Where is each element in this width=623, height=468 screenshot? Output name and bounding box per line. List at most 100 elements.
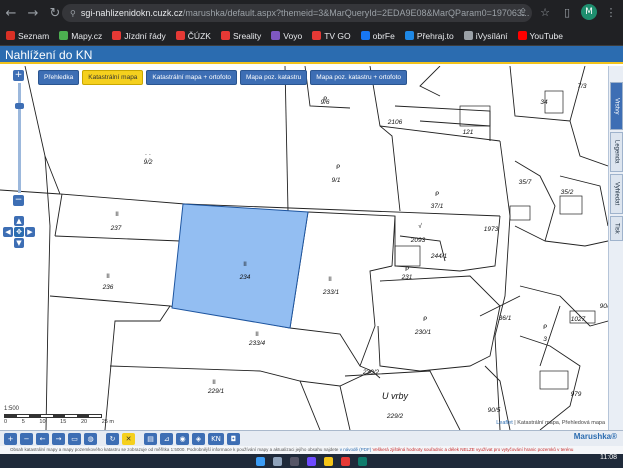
refresh-icon[interactable]: ↻ <box>106 432 119 445</box>
share-icon[interactable]: ⇪ <box>515 6 531 19</box>
pan-up-icon[interactable]: ▲ <box>14 216 24 226</box>
zoom-knob[interactable] <box>14 103 24 109</box>
parcel-number[interactable]: 2093 <box>410 237 426 244</box>
tab-map-type[interactable]: Mapa poz. katastru <box>240 70 308 85</box>
tab-map-type[interactable]: Mapa poz. katastru + ortofoto <box>310 70 408 85</box>
parcel-number[interactable]: 230/1 <box>414 329 432 336</box>
tab-legend[interactable]: Legenda <box>610 132 623 172</box>
symbol-v: √ <box>418 222 422 230</box>
parcel-number[interactable]: 90/5 <box>488 407 501 414</box>
zoom-in-tool-icon[interactable]: + <box>4 432 17 445</box>
arable-land-symbol: II <box>115 211 119 218</box>
parcel-number[interactable]: 35/7 <box>519 179 532 186</box>
bookmark-item[interactable]: Seznam <box>6 31 49 41</box>
map-canvas[interactable]: 9/6 347/321061219/29/1 35/735/237/12372341… <box>0 66 608 430</box>
attribution-text: | Katastrální mapa, Přehledová mapa <box>514 420 605 426</box>
arable-land-symbol: II <box>243 261 247 268</box>
pan-down-icon[interactable]: ▼ <box>14 238 24 248</box>
zoom-box-icon[interactable]: ▭ <box>68 432 81 445</box>
pan-left-icon[interactable]: ◀ <box>3 227 13 237</box>
globe-icon[interactable]: ◍ <box>84 432 97 445</box>
place-name: U vrby <box>382 391 409 401</box>
task-view-icon[interactable] <box>290 456 299 466</box>
parcel-number[interactable]: 121 <box>463 129 474 136</box>
parcel-number[interactable]: 230/2 <box>362 369 380 376</box>
bookmark-label: Přehraj.to <box>416 30 454 41</box>
pan-right-icon[interactable]: ▶ <box>25 227 35 237</box>
info-icon[interactable]: ◈ <box>192 432 205 445</box>
folder-icon[interactable] <box>324 456 333 466</box>
parcel-number[interactable]: 37/1 <box>431 203 444 210</box>
parcel-number[interactable]: 236 <box>102 284 114 291</box>
parcel-number[interactable]: 233/1 <box>322 289 340 296</box>
bookmark-item[interactable]: Jízdní řády <box>112 31 166 41</box>
bookmark-item[interactable]: YouTube <box>517 31 563 41</box>
parcel-number[interactable]: 244/1 <box>430 253 448 260</box>
bookmark-item[interactable]: Sreality <box>220 31 261 41</box>
measure-icon[interactable]: ▤ <box>144 432 157 445</box>
windows-start-icon[interactable] <box>256 456 265 466</box>
parcel-number[interactable]: 7/3 <box>577 83 586 90</box>
tab-map-type[interactable]: Katastrální mapa + ortofoto <box>146 70 238 85</box>
zoom-out-tool-icon[interactable]: − <box>20 432 33 445</box>
kn-button[interactable]: KN <box>208 432 224 445</box>
bookmark-item[interactable]: Přehraj.to <box>404 30 454 41</box>
app-icon[interactable] <box>358 456 367 466</box>
close-icon[interactable]: ✕ <box>122 432 135 445</box>
bookmark-star-icon[interactable]: ☆ <box>537 6 553 19</box>
avatar[interactable]: M <box>581 4 597 20</box>
parcel-number[interactable]: 35/2 <box>561 189 574 196</box>
chrome-icon[interactable] <box>341 456 350 466</box>
cadastral-map[interactable]: 9/6 34 7/3 2106 121 9/2 9/1 35/7 35/2 37/1 237 234 1… <box>0 66 608 430</box>
parcel-number[interactable]: 229/1 <box>207 388 225 395</box>
bookmark-item[interactable]: Voyo <box>271 31 302 41</box>
address-bar[interactable]: ⚲ sgi-nahlizenidokn.cuzk.cz /marushka/de… <box>62 4 532 22</box>
parcel-number[interactable]: 36/1 <box>499 315 512 322</box>
bookmark-item[interactable]: obrFe <box>360 31 395 41</box>
bookmark-item[interactable]: ČÚZK <box>175 31 211 41</box>
bookmark-item[interactable]: Mapy.cz <box>59 31 102 41</box>
zoom-out-button[interactable]: − <box>13 195 24 206</box>
parcel-number[interactable]: 34 <box>540 99 548 106</box>
location-icon[interactable]: ◉ <box>176 432 189 445</box>
parcel-number[interactable]: 90/2 <box>600 303 608 310</box>
search-icon[interactable] <box>273 456 282 466</box>
arable-land-symbol: II <box>212 379 216 386</box>
zoom-slider[interactable] <box>14 83 24 193</box>
parcel-number[interactable]: 229/2 <box>386 413 404 420</box>
parcel-number[interactable]: 231 <box>401 274 413 281</box>
tab-layers[interactable]: Vrstvy <box>610 82 623 130</box>
comment-icon[interactable]: ◘ <box>227 432 240 445</box>
parcel-number[interactable]: 1027 <box>571 316 586 323</box>
scale-tick-label: 20 <box>80 419 88 425</box>
marker-icon[interactable]: ⊿ <box>160 432 173 445</box>
footer-link[interactable]: v návodě (PDF) <box>340 447 372 452</box>
tab-map-type[interactable]: Přehledka <box>38 70 80 85</box>
bookmark-item[interactable]: iVysílání <box>463 31 508 41</box>
scale-tick-label: 25 m <box>101 419 114 425</box>
parcel-number[interactable]: 233/4 <box>248 340 266 347</box>
parcel-number[interactable]: 237 <box>110 225 122 232</box>
zoom-in-button[interactable]: + <box>13 70 24 81</box>
parcel-number[interactable]: 979 <box>571 391 582 398</box>
back-icon[interactable]: ← <box>0 2 22 24</box>
pan-center-icon[interactable]: ✥ <box>14 227 24 237</box>
map-toolbar: + − ← → ▭ ◍ ↻ ✕ ▤ ⊿ ◉ ◈ KN ◘ <box>0 430 623 446</box>
teams-icon[interactable] <box>307 456 316 466</box>
prev-view-icon[interactable]: ← <box>36 432 49 445</box>
tab-print[interactable]: Tisk <box>610 216 623 241</box>
tab-search[interactable]: Vyhledat <box>610 174 623 214</box>
selected-parcel-234 <box>171 203 309 329</box>
next-view-icon[interactable]: → <box>52 432 65 445</box>
tab-map-type[interactable]: Katastrální mapa <box>82 70 144 85</box>
parcel-number[interactable]: 2106 <box>387 119 403 126</box>
bookmark-item[interactable]: TV GO <box>312 31 351 41</box>
leaflet-link[interactable]: Leaflet <box>496 420 513 426</box>
menu-icon[interactable]: ⋮ <box>603 6 619 19</box>
parcel-number[interactable]: 3 <box>543 336 547 343</box>
parcel-number[interactable]: 9/1 <box>331 177 340 184</box>
sidepanel-icon[interactable]: ▯ <box>559 6 575 19</box>
parcel-number[interactable]: 1973 <box>484 226 499 233</box>
parcel-number[interactable]: 234 <box>239 274 251 281</box>
forward-icon[interactable]: → <box>22 2 44 24</box>
